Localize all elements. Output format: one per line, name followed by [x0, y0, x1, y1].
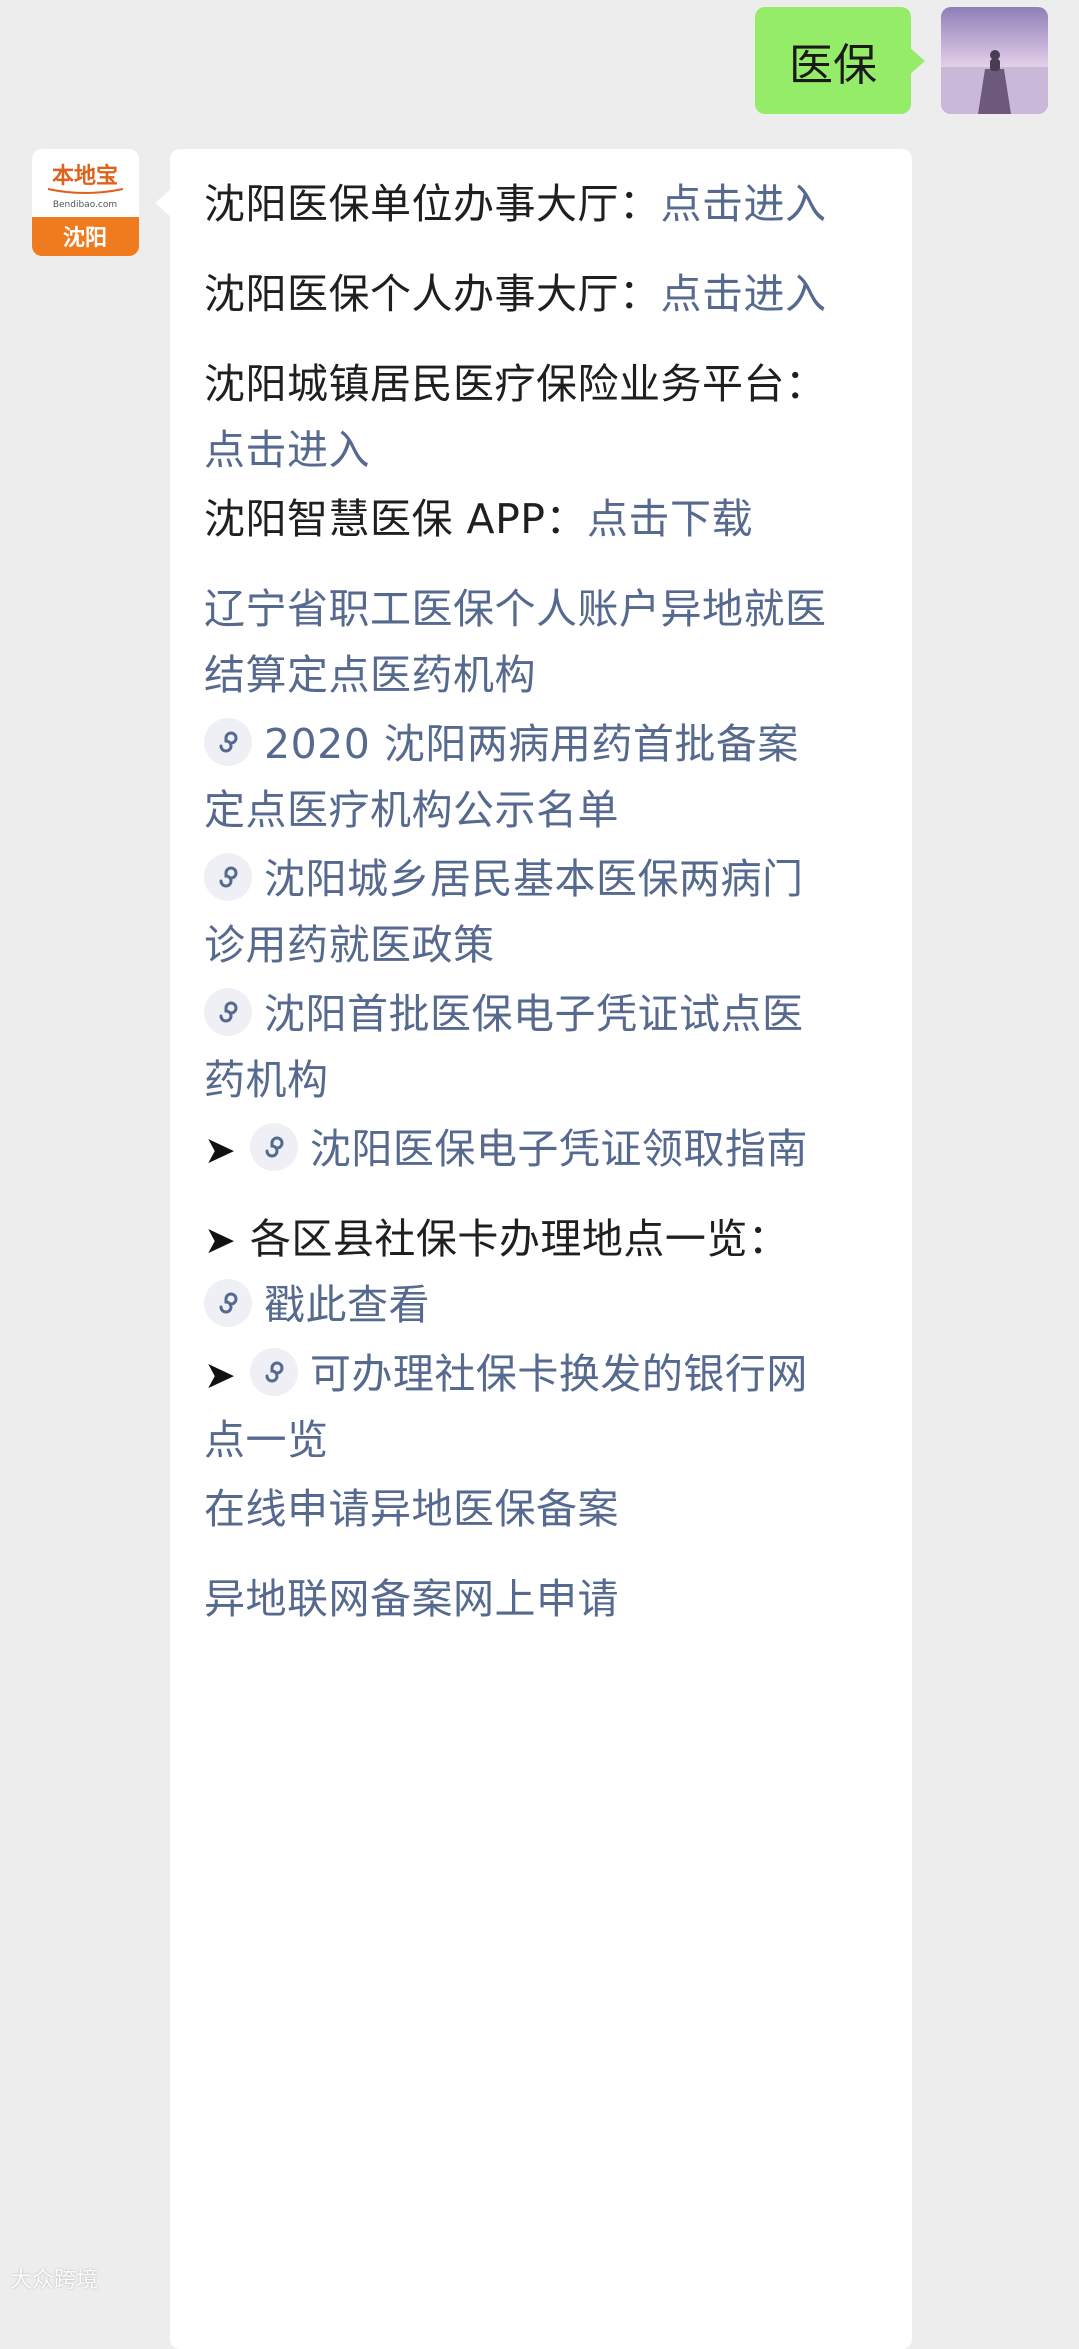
reply-miniprogram-e-voucher-pilot-cont[interactable]: 药机构	[204, 1047, 894, 1113]
reply-miniprogram-two-diseases-list-cont[interactable]: 定点医疗机构公示名单	[204, 777, 894, 843]
reply-line-resident-platform-link: 点击进入	[204, 417, 894, 483]
watermark: 大众跨境	[10, 2268, 99, 2293]
svg-text:本地宝: 本地宝	[52, 163, 118, 189]
user-message-text: 医保	[789, 39, 877, 91]
reply-miniprogram-two-diseases-policy[interactable]: 沈阳城乡居民基本医保两病门	[204, 846, 894, 912]
arrow-icon: ➤	[204, 1218, 237, 1262]
avatar-photo	[941, 7, 1048, 114]
miniprogram-icon	[204, 988, 252, 1036]
reply-link-personal-account[interactable]: 辽宁省职工医保个人账户异地就医	[204, 576, 894, 642]
reply-line-e-voucher-guide: ➤ 沈阳医保电子凭证领取指南	[204, 1116, 894, 1183]
reply-miniprogram-two-diseases-list[interactable]: 2020 沈阳两病用药首批备案	[204, 711, 894, 777]
miniprogram-icon	[249, 1348, 298, 1396]
miniprogram-icon	[204, 853, 252, 901]
e-voucher-guide-link[interactable]: 沈阳医保电子凭证领取指南	[249, 1123, 808, 1173]
bot-avatar[interactable]: 本地宝 Bendibao.com 沈阳	[32, 149, 139, 256]
reply-line-bank-outlets: ➤ 可办理社保卡换发的银行网	[204, 1341, 894, 1408]
miniprogram-icon	[204, 718, 252, 766]
personal-hall-link[interactable]: 点击进入	[661, 270, 827, 318]
svg-text:沈阳: 沈阳	[63, 226, 107, 251]
user-message-bubble[interactable]: 医保	[755, 7, 925, 114]
unit-hall-link[interactable]: 点击进入	[661, 180, 827, 228]
app-download-link[interactable]: 点击下载	[587, 495, 753, 543]
reply-line-app: 沈阳智慧医保 APP：点击下载	[204, 495, 754, 543]
reply-line-resident-platform-title: 沈阳城镇居民医疗保险业务平台：	[204, 360, 827, 408]
reply-line-personal-hall: 沈阳医保个人办事大厅：点击进入	[204, 270, 827, 318]
bot-reply-bubble: 沈阳医保单位办事大厅：点击进入 沈阳医保个人办事大厅：点击进入 沈阳城镇居民医疗…	[155, 149, 912, 2349]
bank-outlets-link[interactable]: 可办理社保卡换发的银行网	[249, 1348, 808, 1398]
miniprogram-icon	[249, 1123, 298, 1171]
user-avatar[interactable]	[941, 7, 1048, 114]
reply-miniprogram-two-diseases-policy-cont[interactable]: 诊用药就医政策	[204, 912, 894, 978]
reply-link-online-filing[interactable]: 在线申请异地医保备案	[204, 1476, 894, 1542]
reply-miniprogram-e-voucher-pilot[interactable]: 沈阳首批医保电子凭证试点医	[204, 981, 894, 1047]
reply-line-unit-hall: 沈阳医保单位办事大厅：点击进入	[204, 180, 827, 228]
miniprogram-icon	[204, 1279, 252, 1327]
reply-miniprogram-card-locations[interactable]: 戳此查看	[204, 1272, 894, 1338]
reply-line-bank-outlets-cont[interactable]: 点一览	[204, 1407, 894, 1473]
reply-line-card-locations-title: ➤ 各区县社保卡办理地点一览：	[204, 1215, 790, 1263]
arrow-icon: ➤	[204, 1128, 237, 1172]
reply-link-personal-account-cont[interactable]: 结算定点医药机构	[204, 642, 894, 708]
bendibao-logo: 本地宝 Bendibao.com 沈阳	[32, 149, 139, 256]
arrow-icon: ➤	[204, 1353, 237, 1397]
reply-link-networked-filing[interactable]: 异地联网备案网上申请	[204, 1566, 894, 1632]
resident-platform-link[interactable]: 点击进入	[204, 426, 370, 474]
svg-text:Bendibao.com: Bendibao.com	[53, 200, 117, 210]
